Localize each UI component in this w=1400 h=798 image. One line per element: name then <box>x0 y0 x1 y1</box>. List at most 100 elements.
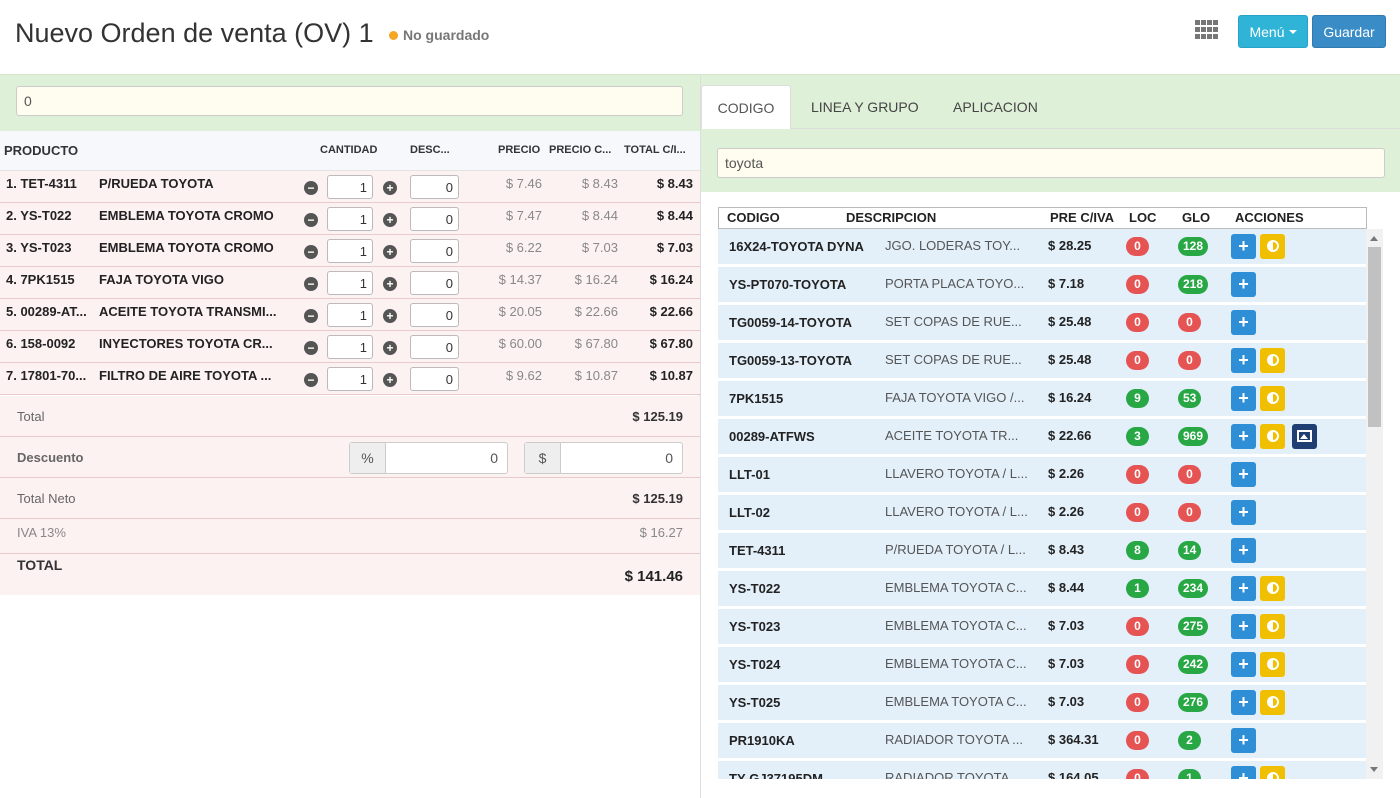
discount-input[interactable]: 0 <box>410 335 459 359</box>
minus-circle-icon[interactable]: − <box>304 373 318 387</box>
add-product-button[interactable]: + <box>1231 614 1256 639</box>
catalog-row[interactable]: YS-PT070-TOYOTA PORTA PLACA TOYO... $ 7.18… <box>718 267 1366 302</box>
quantity-input[interactable]: 1 <box>327 335 373 359</box>
add-product-button[interactable]: + <box>1231 462 1256 487</box>
catalog-row[interactable]: 00289-ATFWS ACEITE TOYOTA TR... $ 22.66 3 96… <box>718 419 1366 454</box>
add-product-button[interactable]: + <box>1231 728 1256 753</box>
plus-icon: + <box>1238 616 1249 636</box>
catalog-row[interactable]: YS-T023 EMBLEMA TOYOTA C... $ 7.03 0 275 + <box>718 609 1366 644</box>
half-circle-button[interactable] <box>1260 424 1285 449</box>
half-circle-icon <box>1266 240 1279 252</box>
half-circle-button[interactable] <box>1260 576 1285 601</box>
view-image-button[interactable] <box>1292 424 1317 449</box>
add-product-button[interactable]: + <box>1231 348 1256 373</box>
add-product-button[interactable]: + <box>1231 500 1256 525</box>
add-product-button[interactable]: + <box>1231 576 1256 601</box>
col-acciones[interactable]: ACCIONES <box>1235 210 1304 225</box>
tab-aplicacion[interactable]: APLICACION <box>953 85 1038 130</box>
tab-linea-grupo[interactable]: LINEA Y GRUPO <box>811 85 919 130</box>
minus-circle-icon[interactable]: − <box>304 309 318 323</box>
col-pre-civa[interactable]: PRE C/IVA <box>1050 210 1114 225</box>
menu-button[interactable]: Menú <box>1238 15 1308 48</box>
plus-circle-icon[interactable]: + <box>383 341 397 355</box>
plus-circle-icon[interactable]: + <box>383 245 397 259</box>
discount-input[interactable]: 0 <box>410 239 459 263</box>
col-descripcion[interactable]: DESCRIPCION <box>846 210 936 225</box>
add-product-button[interactable]: + <box>1231 538 1256 563</box>
catalog-row[interactable]: TG0059-14-TOYOTA SET COPAS DE RUE... $ 25.… <box>718 305 1366 340</box>
quantity-input[interactable]: 1 <box>327 175 373 199</box>
minus-circle-icon[interactable]: − <box>304 341 318 355</box>
minus-circle-icon[interactable]: − <box>304 213 318 227</box>
catalog-row[interactable]: LLT-02 LLAVERO TOYOTA / L... $ 2.26 0 0 + <box>718 495 1366 530</box>
glo-stock-badge: 53 <box>1178 389 1202 408</box>
minus-circle-icon[interactable]: − <box>304 181 318 195</box>
col-loc[interactable]: LOC <box>1129 210 1156 225</box>
quantity-input[interactable]: 1 <box>327 303 373 327</box>
plus-circle-icon[interactable]: + <box>383 373 397 387</box>
save-button[interactable]: Guardar <box>1312 15 1386 48</box>
col-cantidad[interactable]: CANTIDAD <box>320 144 377 156</box>
discount-input[interactable]: 0 <box>410 175 459 199</box>
glo-stock-badge: 0 <box>1178 465 1201 484</box>
minus-circle-icon[interactable]: − <box>304 245 318 259</box>
catalog-row[interactable]: YS-T025 EMBLEMA TOYOTA C... $ 7.03 0 276 + <box>718 685 1366 720</box>
discount-input[interactable]: 0 <box>410 207 459 231</box>
col-glo[interactable]: GLO <box>1182 210 1210 225</box>
add-product-button[interactable]: + <box>1231 652 1256 677</box>
minus-circle-icon[interactable]: − <box>304 277 318 291</box>
half-circle-button[interactable] <box>1260 348 1285 373</box>
add-product-button[interactable]: + <box>1231 310 1256 335</box>
plus-icon: + <box>1238 768 1249 779</box>
apps-grid-icon[interactable] <box>1195 20 1219 40</box>
scroll-down-icon[interactable] <box>1370 767 1378 772</box>
half-circle-button[interactable] <box>1260 614 1285 639</box>
discount-input[interactable]: 0 <box>410 367 459 391</box>
scroll-up-icon[interactable] <box>1370 236 1378 241</box>
catalog-row[interactable]: 16X24-TOYOTA DYNA JGO. LODERAS TOY... $ 28… <box>718 229 1366 264</box>
plus-circle-icon[interactable]: + <box>383 277 397 291</box>
discount-input[interactable]: 0 <box>410 271 459 295</box>
catalog-row[interactable]: TET-4311 P/RUEDA TOYOTA / L... $ 8.43 8 14 + <box>718 533 1366 568</box>
quantity-input[interactable]: 1 <box>327 207 373 231</box>
product-search-input[interactable]: 0 <box>16 86 683 116</box>
discount-percent-field[interactable]: % 0 <box>349 442 508 474</box>
scroll-thumb[interactable] <box>1368 247 1381 427</box>
half-circle-button[interactable] <box>1260 690 1285 715</box>
col-producto[interactable]: PRODUCTO <box>4 143 78 158</box>
quantity-input[interactable]: 1 <box>327 367 373 391</box>
discount-input[interactable]: 0 <box>410 303 459 327</box>
half-circle-button[interactable] <box>1260 652 1285 677</box>
catalog-scrollbar[interactable] <box>1366 229 1383 779</box>
col-total-ci[interactable]: TOTAL C/I... <box>624 144 686 156</box>
add-product-button[interactable]: + <box>1231 234 1256 259</box>
col-precio[interactable]: PRECIO <box>498 144 540 156</box>
col-precio-c[interactable]: PRECIO C... <box>549 144 611 156</box>
quantity-input[interactable]: 1 <box>327 239 373 263</box>
catalog-row[interactable]: YS-T024 EMBLEMA TOYOTA C... $ 7.03 0 242 + <box>718 647 1366 682</box>
quantity-input[interactable]: 1 <box>327 271 373 295</box>
add-product-button[interactable]: + <box>1231 766 1256 779</box>
catalog-row[interactable]: 7PK1515 FAJA TOYOTA VIGO /... $ 16.24 9 53 + <box>718 381 1366 416</box>
plus-circle-icon[interactable]: + <box>383 213 397 227</box>
add-product-button[interactable]: + <box>1231 386 1256 411</box>
tab-codigo[interactable]: CODIGO <box>701 85 791 130</box>
plus-circle-icon[interactable]: + <box>383 309 397 323</box>
add-product-button[interactable]: + <box>1231 690 1256 715</box>
catalog-row[interactable]: PR1910KA RADIADOR TOYOTA ... $ 364.31 0 2 + <box>718 723 1366 758</box>
catalog-row[interactable]: LLT-01 LLAVERO TOYOTA / L... $ 2.26 0 0 + <box>718 457 1366 492</box>
catalog-row[interactable]: TG0059-13-TOYOTA SET COPAS DE RUE... $ 25.… <box>718 343 1366 378</box>
discount-amount-field[interactable]: $ 0 <box>524 442 683 474</box>
add-product-button[interactable]: + <box>1231 424 1256 449</box>
catalog-item-code: LLT-02 <box>729 505 770 520</box>
col-descuento[interactable]: DESC... <box>410 144 450 156</box>
add-product-button[interactable]: + <box>1231 272 1256 297</box>
catalog-row[interactable]: YS-T022 EMBLEMA TOYOTA C... $ 8.44 1 234 + <box>718 571 1366 606</box>
catalog-row[interactable]: TY-GJ37195DM RADIADOR TOYOTA ... $ 164.05 0… <box>718 761 1366 779</box>
col-codigo[interactable]: CODIGO <box>727 210 780 225</box>
half-circle-button[interactable] <box>1260 766 1285 779</box>
half-circle-button[interactable] <box>1260 386 1285 411</box>
catalog-search-input[interactable]: toyota <box>717 148 1385 178</box>
plus-circle-icon[interactable]: + <box>383 181 397 195</box>
half-circle-button[interactable] <box>1260 234 1285 259</box>
